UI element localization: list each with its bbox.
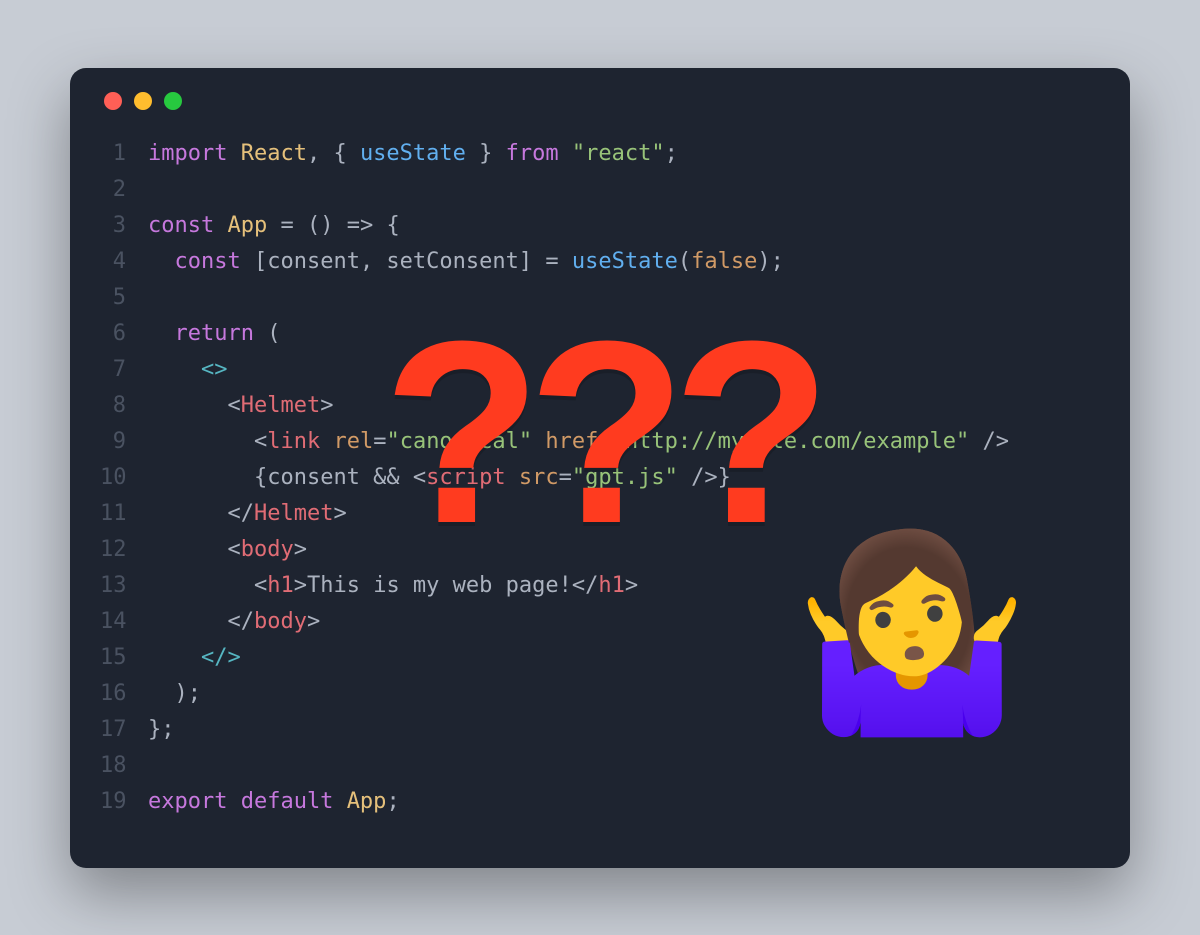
window-controls <box>104 92 1100 110</box>
line-number: 18 <box>100 748 148 784</box>
code-content[interactable]: }; <box>148 712 175 748</box>
line-number: 15 <box>100 640 148 676</box>
code-line[interactable]: 18 <box>100 748 1100 784</box>
line-number: 7 <box>100 352 148 388</box>
code-area[interactable]: 1import React, { useState } from "react"… <box>100 136 1100 820</box>
line-number: 12 <box>100 532 148 568</box>
line-number: 11 <box>100 496 148 532</box>
line-number: 10 <box>100 460 148 496</box>
line-number: 17 <box>100 712 148 748</box>
code-content[interactable]: <Helmet> <box>148 388 333 424</box>
close-icon[interactable] <box>104 92 122 110</box>
code-line[interactable]: 3const App = () => { <box>100 208 1100 244</box>
code-content[interactable]: </Helmet> <box>148 496 347 532</box>
code-content[interactable]: <body> <box>148 532 307 568</box>
line-number: 19 <box>100 784 148 820</box>
line-number: 9 <box>100 424 148 460</box>
code-line[interactable]: 4 const [consent, setConsent] = useState… <box>100 244 1100 280</box>
code-content[interactable]: <h1>This is my web page!</h1> <box>148 568 638 604</box>
code-line[interactable]: 8 <Helmet> <box>100 388 1100 424</box>
code-line[interactable]: 2 <box>100 172 1100 208</box>
line-number: 2 <box>100 172 148 208</box>
line-number: 8 <box>100 388 148 424</box>
code-line[interactable]: 10 {consent && <script src="gpt.js" />} <box>100 460 1100 496</box>
code-line[interactable]: 7 <> <box>100 352 1100 388</box>
line-number: 3 <box>100 208 148 244</box>
line-number: 14 <box>100 604 148 640</box>
code-line[interactable]: 1import React, { useState } from "react"… <box>100 136 1100 172</box>
line-number: 5 <box>100 280 148 316</box>
code-content[interactable] <box>148 748 161 784</box>
code-content[interactable]: import React, { useState } from "react"; <box>148 136 678 172</box>
line-number: 6 <box>100 316 148 352</box>
code-line[interactable]: 13 <h1>This is my web page!</h1> <box>100 568 1100 604</box>
line-number: 1 <box>100 136 148 172</box>
code-content[interactable]: const [consent, setConsent] = useState(f… <box>148 244 784 280</box>
code-line[interactable]: 16 ); <box>100 676 1100 712</box>
code-line[interactable]: 15 </> <box>100 640 1100 676</box>
code-content[interactable]: <link rel="canonical" href="http://mysit… <box>148 424 1009 460</box>
code-content[interactable]: <> <box>148 352 227 388</box>
line-number: 4 <box>100 244 148 280</box>
code-line[interactable]: 5 <box>100 280 1100 316</box>
code-line[interactable]: 19export default App; <box>100 784 1100 820</box>
code-content[interactable]: </body> <box>148 604 320 640</box>
code-content[interactable]: export default App; <box>148 784 400 820</box>
code-line[interactable]: 17}; <box>100 712 1100 748</box>
code-content[interactable]: const App = () => { <box>148 208 400 244</box>
code-editor-window: 1import React, { useState } from "react"… <box>70 68 1130 868</box>
code-content[interactable]: ); <box>148 676 201 712</box>
code-line[interactable]: 9 <link rel="canonical" href="http://mys… <box>100 424 1100 460</box>
code-content[interactable]: return ( <box>148 316 280 352</box>
code-line[interactable]: 6 return ( <box>100 316 1100 352</box>
line-number: 16 <box>100 676 148 712</box>
code-line[interactable]: 12 <body> <box>100 532 1100 568</box>
code-line[interactable]: 14 </body> <box>100 604 1100 640</box>
code-content[interactable] <box>148 280 161 316</box>
zoom-icon[interactable] <box>164 92 182 110</box>
code-content[interactable]: {consent && <script src="gpt.js" />} <box>148 460 731 496</box>
code-content[interactable] <box>148 172 161 208</box>
code-content[interactable]: </> <box>148 640 241 676</box>
minimize-icon[interactable] <box>134 92 152 110</box>
code-line[interactable]: 11 </Helmet> <box>100 496 1100 532</box>
line-number: 13 <box>100 568 148 604</box>
